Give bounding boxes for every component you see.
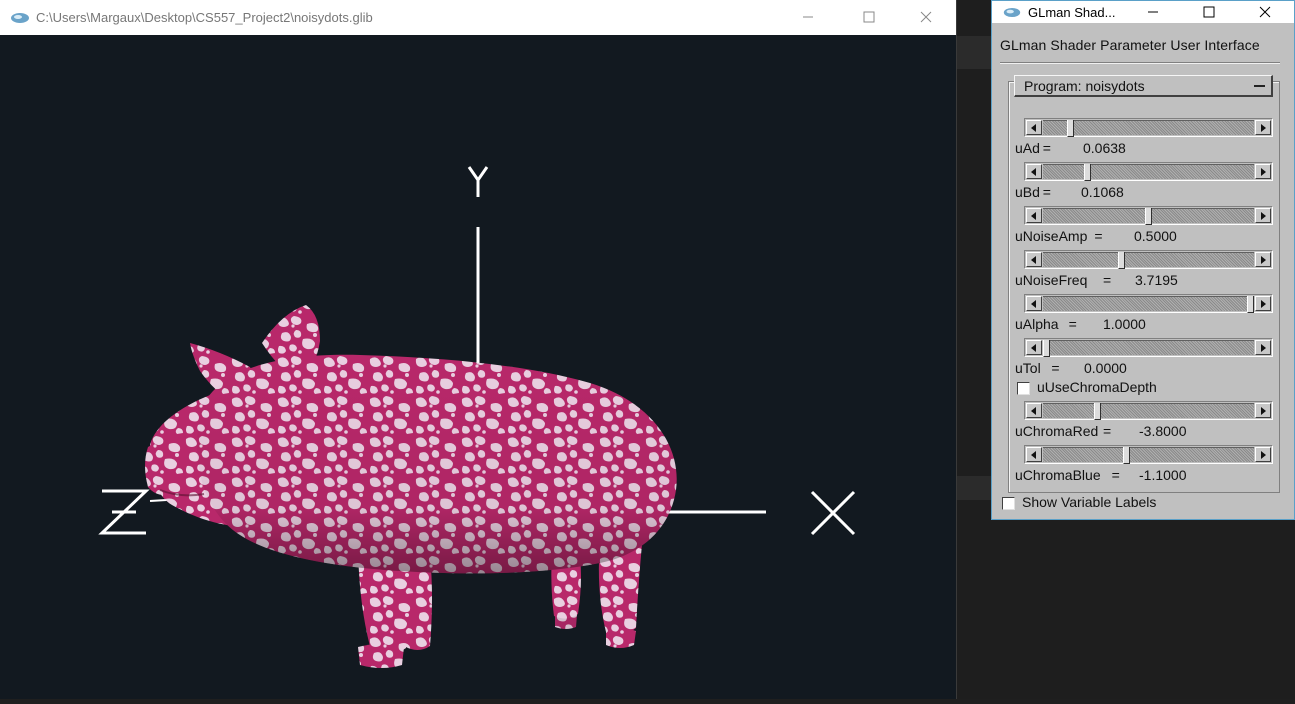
slider-uChromaRed[interactable] (1024, 401, 1273, 420)
arrow-left-icon[interactable] (1026, 120, 1042, 135)
slider-track[interactable] (1043, 340, 1254, 357)
arrow-left-icon[interactable] (1026, 340, 1042, 355)
arrow-left-icon[interactable] (1026, 403, 1042, 418)
arrow-left-icon[interactable] (1026, 164, 1042, 179)
slider-thumb[interactable] (1094, 403, 1101, 420)
param-window-titlebar[interactable]: GLman Shad... (992, 1, 1294, 23)
close-icon (920, 11, 932, 22)
arrow-right-icon[interactable] (1255, 208, 1271, 223)
close-button[interactable] (903, 0, 949, 33)
close-icon (1259, 6, 1271, 18)
param-name-uNoiseFreq: uNoiseFreq (1015, 272, 1088, 288)
param-name-uAd: uAd (1015, 140, 1040, 156)
slider-thumb[interactable] (1043, 340, 1050, 357)
equals-sign: = (1094, 228, 1103, 244)
render-window: C:\Users\Margaux\Desktop\CS557_Project2\… (0, 0, 957, 699)
arrow-right-icon[interactable] (1255, 164, 1271, 179)
param-value-uTol: 0.0000 (1084, 360, 1127, 376)
arrow-right-icon[interactable] (1255, 340, 1271, 355)
param-value-uChromaBlue: -1.1000 (1139, 467, 1187, 483)
param-value-uBd: 0.1068 (1081, 184, 1124, 200)
equals-sign: = (1103, 272, 1112, 288)
param-maximize-button[interactable] (1186, 1, 1232, 23)
equals-sign: = (1068, 316, 1077, 332)
heading-divider (1000, 62, 1280, 64)
scene-canvas (98, 166, 856, 668)
param-value-uAlpha: 1.0000 (1103, 316, 1146, 332)
param-name-uChromaRed: uChromaRed (1015, 423, 1099, 439)
slider-thumb[interactable] (1247, 296, 1254, 313)
equals-sign: = (1111, 467, 1120, 483)
slider-uNoiseFreq[interactable] (1024, 250, 1273, 269)
panel-heading: GLman Shader Parameter User Interface (1000, 37, 1260, 53)
param-value-uAd: 0.0638 (1083, 140, 1126, 156)
equals-sign: = (1103, 423, 1112, 439)
slider-uBd[interactable] (1024, 162, 1273, 181)
slider-thumb[interactable] (1145, 208, 1152, 225)
arrow-left-icon[interactable] (1026, 252, 1042, 267)
show-variable-labels-label[interactable]: Show Variable Labels (1022, 494, 1156, 510)
param-window-title: GLman Shad... (1028, 4, 1116, 20)
param-close-button[interactable] (1242, 1, 1288, 23)
pig-model (145, 305, 677, 668)
slider-uTol[interactable] (1024, 338, 1273, 357)
program-rollout-header[interactable]: Program: noisydots (1014, 75, 1273, 97)
slider-track[interactable] (1043, 208, 1254, 225)
arrow-right-icon[interactable] (1255, 120, 1271, 135)
y-axis-label-glyph (467, 166, 489, 197)
x-axis-label-glyph (810, 490, 856, 536)
slider-track[interactable] (1043, 296, 1254, 313)
arrow-left-icon[interactable] (1026, 447, 1042, 462)
equals-sign: = (1042, 140, 1051, 156)
param-value-uNoiseFreq: 3.7195 (1135, 272, 1178, 288)
render-window-title: C:\Users\Margaux\Desktop\CS557_Project2\… (36, 10, 373, 25)
param-name-uChromaBlue: uChromaBlue (1015, 467, 1101, 483)
slider-thumb[interactable] (1118, 252, 1126, 269)
slider-track[interactable] (1043, 164, 1254, 181)
param-value-uNoiseAmp: 0.5000 (1134, 228, 1177, 244)
z-axis-label-glyph (98, 489, 150, 535)
param-name-uTol: uTol (1015, 360, 1041, 376)
slider-uAlpha[interactable] (1024, 294, 1273, 313)
arrow-right-icon[interactable] (1255, 252, 1271, 267)
equals-sign: = (1042, 184, 1051, 200)
arrow-left-icon[interactable] (1026, 208, 1042, 223)
param-name-uAlpha: uAlpha (1015, 316, 1059, 332)
arrow-right-icon[interactable] (1255, 447, 1271, 462)
slider-uChromaBlue[interactable] (1024, 445, 1273, 464)
param-name-uNoiseAmp: uNoiseAmp (1015, 228, 1088, 244)
slider-track[interactable] (1043, 403, 1254, 420)
param-minimize-button[interactable] (1130, 1, 1176, 23)
slider-uNoiseAmp[interactable] (1024, 206, 1273, 225)
program-label: Program: noisydots (1024, 78, 1145, 94)
minimize-icon (1148, 11, 1158, 13)
arrow-left-icon[interactable] (1026, 296, 1042, 311)
minimize-icon (803, 16, 813, 17)
slider-thumb[interactable] (1122, 447, 1130, 464)
use-chroma-depth-checkbox[interactable] (1017, 382, 1030, 395)
opengl-viewport[interactable] (0, 35, 956, 699)
glman-app-icon (11, 12, 29, 23)
maximize-icon (863, 11, 875, 22)
slider-uAd[interactable] (1024, 118, 1273, 137)
slider-track[interactable] (1043, 252, 1254, 269)
show-variable-labels-checkbox[interactable] (1002, 497, 1015, 510)
glman-app-icon (1003, 7, 1021, 17)
arrow-right-icon[interactable] (1255, 296, 1271, 311)
arrow-right-icon[interactable] (1255, 403, 1271, 418)
slider-track[interactable] (1043, 120, 1254, 137)
maximize-icon (1203, 6, 1215, 18)
param-name-uBd: uBd (1015, 184, 1040, 200)
render-window-titlebar[interactable]: C:\Users\Margaux\Desktop\CS557_Project2\… (0, 0, 956, 35)
slider-thumb[interactable] (1083, 164, 1091, 181)
maximize-button[interactable] (846, 0, 892, 33)
equals-sign: = (1051, 360, 1060, 376)
collapse-icon[interactable] (1254, 85, 1265, 87)
slider-track[interactable] (1043, 447, 1254, 464)
use-chroma-depth-label[interactable]: uUseChromaDepth (1037, 379, 1157, 395)
slider-thumb[interactable] (1067, 120, 1075, 137)
param-value-uChromaRed: -3.8000 (1139, 423, 1187, 439)
minimize-button[interactable] (785, 0, 831, 33)
